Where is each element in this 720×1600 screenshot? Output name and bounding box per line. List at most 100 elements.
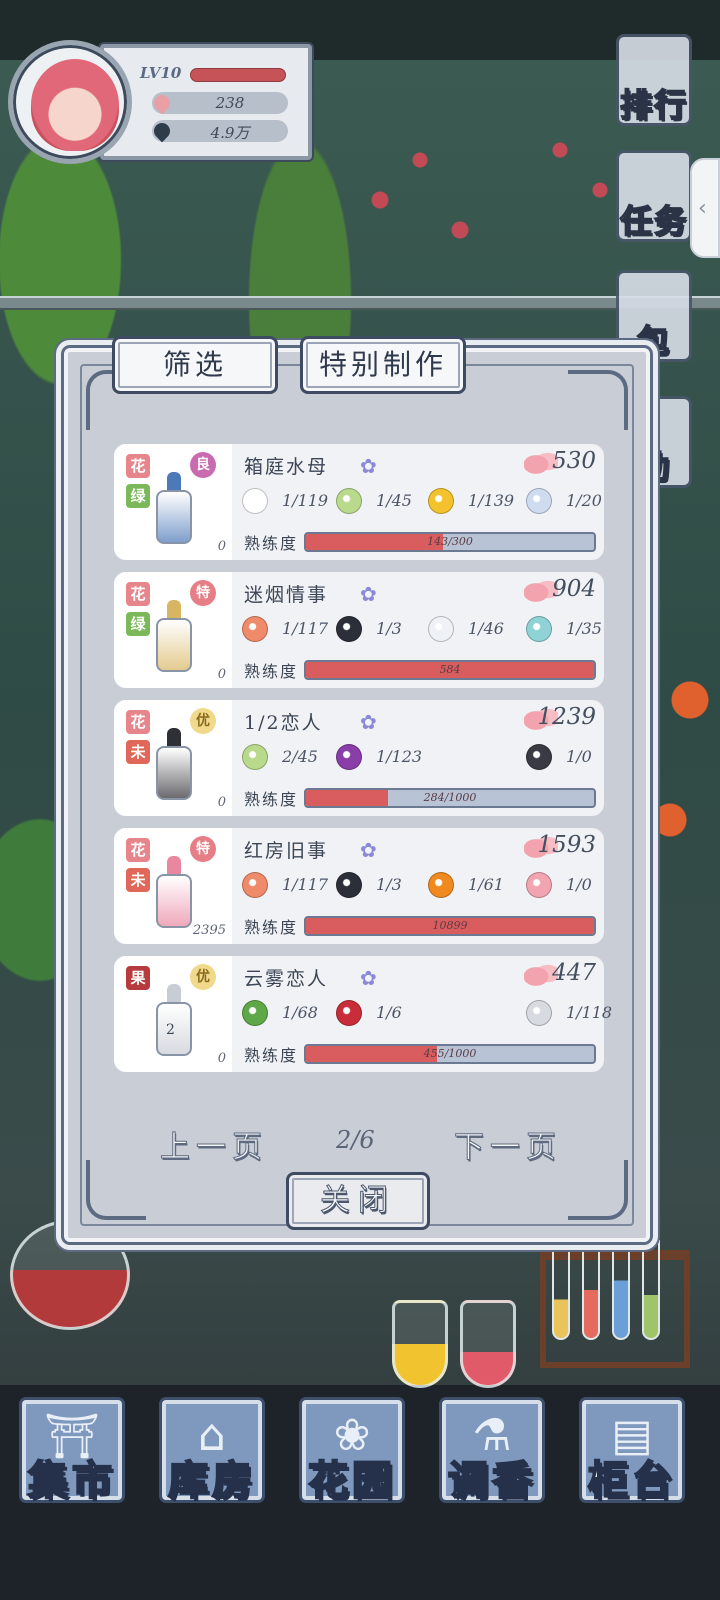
ingredient-quantity: 1/6: [376, 1003, 402, 1022]
close-button[interactable]: 关闭: [286, 1172, 430, 1230]
tab-filter[interactable]: 筛选: [112, 336, 278, 394]
owned-count: 2395: [192, 923, 226, 938]
violet-flower-icon: ✿: [360, 454, 377, 478]
category-tag: 果: [126, 966, 150, 990]
subtype-tag: 绿: [126, 612, 150, 636]
recipe-card[interactable]: 果 优 2 0 云雾恋人 ✿ 447 1/68 1/6 1/118 熟练度 455/1000: [114, 956, 612, 1072]
kumquat-icon: [428, 872, 454, 898]
recipe-card[interactable]: 花绿 良 0 箱庭水母 ✿ 530 1/119 1/45 1/139 1/20 熟练度 143/300: [114, 444, 604, 560]
quality-badge: 良: [190, 452, 216, 478]
leaf-count: 4.9万: [210, 124, 250, 142]
experience-bar: [190, 68, 286, 82]
frame-corner-ornament: [568, 370, 628, 430]
ranking-label: 排行: [619, 85, 688, 125]
subtype-tag: 绿: [126, 484, 150, 508]
category-tag: 花: [126, 838, 150, 862]
perfume-bottle-icon: [526, 1000, 552, 1026]
prev-page-button[interactable]: 上一页: [160, 1122, 268, 1166]
recipe-name: 云雾恋人: [244, 968, 329, 990]
perfume-bottle-icon: [156, 856, 192, 928]
nav-counter-label: 柜台: [587, 1456, 676, 1505]
nav-perfumery-label: 调香: [447, 1456, 536, 1505]
ingredient-quantity: 1/46: [468, 619, 504, 638]
recipe-price: 904: [552, 576, 596, 602]
recipe-thumbnail: 花未 特 2395: [114, 828, 232, 944]
player-panel[interactable]: LV10 238 4.9万: [8, 40, 313, 164]
page-indicator: 2/6: [336, 1126, 375, 1154]
perfume-bottle-icon: [526, 488, 552, 514]
ingredient-quantity: 1/139: [468, 491, 515, 510]
daisy-icon: [242, 488, 268, 514]
perfume-bottle-icon: [156, 984, 192, 1056]
recipe-price: 1593: [537, 832, 596, 858]
proficiency-value: 284/1000: [423, 791, 477, 804]
proficiency-bar: 584: [304, 660, 596, 680]
background-test-tube: [552, 1240, 570, 1340]
recipe-card[interactable]: 花绿 特 0 迷烟情事 ✿ 904 1/117 1/3 1/46 1/35 熟练度 584: [114, 572, 604, 688]
proficiency-label: 熟练度: [244, 790, 299, 809]
proficiency-label: 熟练度: [244, 534, 299, 553]
nav-warehouse[interactable]: ⌂ 库房: [148, 1392, 276, 1522]
recipe-thumbnail: 花绿 特 0: [114, 572, 232, 688]
background-test-tube: [642, 1240, 660, 1340]
avatar[interactable]: [8, 40, 132, 164]
perfume-bottle-icon: [526, 872, 552, 898]
quality-badge: 特: [190, 580, 216, 606]
subtype-tag: 未: [126, 740, 150, 764]
owned-count: 0: [217, 1051, 226, 1066]
special-crafting-dialog: 筛选 特别制作 花绿良 0 箱庭水母 ✿ 530 1/119 1/45 1/139 1/20 熟练…: [64, 336, 650, 1242]
violet-flower-icon: ✿: [360, 582, 377, 606]
tasks-button[interactable]: 任务: [606, 150, 702, 250]
recipe-name: 红房旧事: [244, 840, 329, 862]
perfume-bottle-icon: [156, 472, 192, 544]
proficiency-value: 143/300: [427, 535, 473, 548]
side-drawer-handle[interactable]: ‹: [690, 158, 720, 258]
recipe-name: 箱庭水母: [244, 456, 329, 478]
ingredient-quantity: 1/117: [282, 875, 329, 894]
violet-flower-icon: ✿: [360, 838, 377, 862]
bottle-label: 2: [166, 1022, 175, 1038]
recipe-card[interactable]: 花未 特 2395 红房旧事 ✿ 1593 1/117 1/3 1/61 1/0 熟练度 10899: [114, 828, 604, 944]
black-rose-icon: [336, 872, 362, 898]
proficiency-bar: 10899: [304, 916, 596, 936]
ingredient-quantity: 2/45: [282, 747, 318, 766]
category-tag: 花: [126, 582, 150, 606]
black-rose-icon: [336, 616, 362, 642]
category-tag: 花: [126, 454, 150, 478]
proficiency-value: 10899: [432, 919, 468, 932]
background-pink-flask: [460, 1300, 516, 1388]
recipe-name: 迷烟情事: [244, 584, 329, 606]
proficiency-label: 熟练度: [244, 1046, 299, 1065]
subtype-tag: 未: [126, 868, 150, 892]
recipe-price: 1239: [537, 704, 596, 730]
tab-special-crafting[interactable]: 特别制作: [300, 336, 466, 394]
ingredient-quantity: 1/45: [376, 491, 412, 510]
category-tag: 花: [126, 710, 150, 734]
orange-rose-icon: [242, 616, 268, 642]
nav-perfumery[interactable]: ⚗ 调香: [428, 1392, 556, 1522]
chevron-left-icon: ‹: [698, 196, 707, 221]
owned-count: 0: [217, 795, 226, 810]
recipe-price: 530: [552, 448, 596, 474]
perfume-bottle-icon: [526, 616, 552, 642]
recipe-thumbnail: 花绿 良 0: [114, 444, 232, 560]
ingredient-quantity: 1/20: [566, 491, 602, 510]
ranking-button[interactable]: 排行: [606, 34, 702, 134]
green-rose-icon: [242, 744, 268, 770]
petal-icon: [150, 91, 174, 115]
nav-counter[interactable]: ▤ 柜台: [568, 1392, 696, 1522]
recipe-price: 447: [552, 960, 596, 986]
ingredient-quantity: 1/3: [376, 619, 402, 638]
lemon-icon: [428, 488, 454, 514]
background-yellow-flask: [392, 1300, 448, 1388]
ingredient-quantity: 1/68: [282, 1003, 318, 1022]
next-page-button[interactable]: 下一页: [454, 1122, 562, 1166]
nav-garden[interactable]: ❀ 花园: [288, 1392, 416, 1522]
frame-corner-ornament: [86, 1160, 146, 1220]
mint-leaf-icon: [242, 1000, 268, 1026]
owned-count: 0: [217, 667, 226, 682]
nav-market[interactable]: ⛩ 集市: [8, 1392, 136, 1522]
recipe-card[interactable]: 花未 优 0 1/2恋人 ✿ 1239 2/45 1/123 1/0 熟练度 284/1000: [114, 700, 604, 816]
ingredient-quantity: 1/0: [566, 747, 592, 766]
player-level: LV10: [140, 64, 182, 82]
